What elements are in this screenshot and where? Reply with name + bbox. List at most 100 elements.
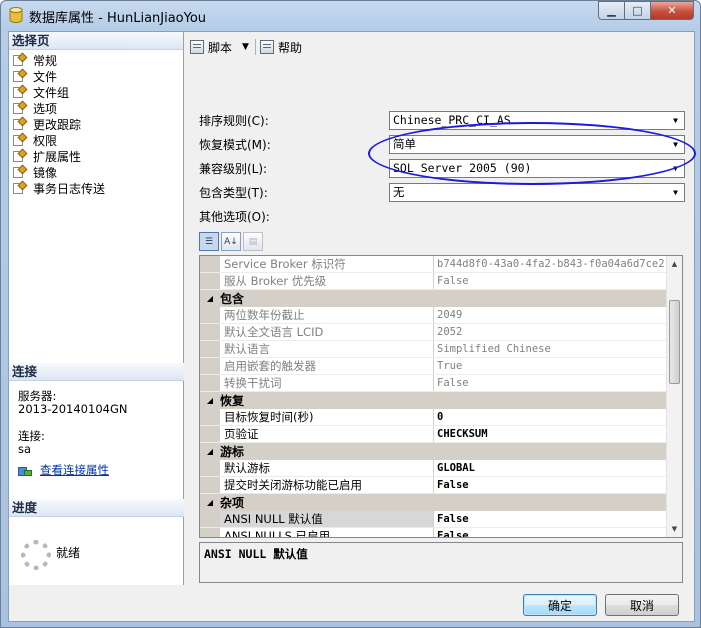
close-button[interactable]: ✕	[650, 1, 694, 20]
collapse-icon[interactable]: ◢	[200, 294, 220, 303]
page-item[interactable]: 文件	[13, 68, 183, 84]
property-value[interactable]: GLOBAL	[434, 460, 667, 476]
property-category[interactable]: ◢ 包含	[200, 290, 667, 307]
cancel-button[interactable]: 取消	[605, 594, 679, 616]
help-label: 帮助	[277, 40, 302, 55]
property-row[interactable]: 目标恢复时间(秒) 0	[200, 409, 667, 426]
row-gutter	[200, 341, 220, 357]
page-item-label: 选项	[33, 101, 58, 116]
database-properties-window: 数据库属性 - HunLianJiaoYou ▁ □ ✕ 选择页 常规 文件 文件组…	[0, 0, 701, 628]
scroll-down-icon[interactable]: ▼	[667, 521, 682, 537]
collation-select[interactable]: Chinese_PRC_CI_AS ▼	[389, 111, 685, 130]
property-row[interactable]: ANSI NULL 默认值 False	[200, 511, 667, 528]
minimize-button[interactable]: ▁	[598, 1, 624, 20]
script-dropdown-icon[interactable]: ▼	[242, 42, 249, 52]
ok-button[interactable]: 确定	[523, 594, 597, 616]
recovery-row: 恢复模式(M):	[199, 135, 271, 153]
property-row[interactable]: 默认全文语言 LCID 2052	[200, 324, 667, 341]
left-pane: 选择页 常规 文件 文件组 选项 更改跟踪 权限 扩展属性 镜像 事务日志传送 连接 服务器: …	[9, 32, 184, 585]
page-item[interactable]: 镜像	[13, 164, 183, 180]
row-gutter	[200, 477, 220, 493]
chevron-down-icon: ▼	[673, 116, 678, 125]
property-value[interactable]: 0	[434, 409, 667, 425]
help-icon	[259, 40, 274, 54]
page-item[interactable]: 扩展属性	[13, 148, 183, 164]
collapse-icon[interactable]: ◢	[200, 498, 220, 507]
property-row[interactable]: ANSI NULLS 已启用 False	[200, 528, 667, 537]
row-gutter	[200, 528, 220, 537]
property-value[interactable]: 2052	[434, 324, 667, 340]
property-value[interactable]: False	[434, 528, 667, 537]
property-value[interactable]: False	[434, 375, 667, 391]
page-item[interactable]: 文件组	[13, 84, 183, 100]
property-row[interactable]: 页验证 CHECKSUM	[200, 426, 667, 443]
property-category[interactable]: ◢ 恢复	[200, 392, 667, 409]
compatibility-level-select[interactable]: SQL Server 2005 (90) ▼	[389, 159, 685, 178]
category-label: 包含	[220, 292, 245, 306]
row-gutter	[200, 256, 220, 272]
property-row[interactable]: Service Broker 标识符 b744d8f0-43a0-4fa2-b84…	[200, 256, 667, 273]
property-row[interactable]: 默认语言 Simplified Chinese	[200, 341, 667, 358]
collapse-icon[interactable]: ◢	[200, 396, 220, 405]
property-value[interactable]: True	[434, 358, 667, 374]
select-page-heading: 选择页	[9, 32, 183, 50]
connection-properties-icon	[18, 465, 34, 477]
row-gutter	[200, 511, 220, 527]
scroll-up-icon[interactable]: ▲	[667, 256, 682, 272]
page-item-label: 文件组	[33, 85, 70, 100]
property-category[interactable]: ◢ 杂项	[200, 494, 667, 511]
alphabetical-sort-button[interactable]: A↓	[221, 232, 241, 251]
categorized-view-button[interactable]: ☰	[199, 232, 219, 251]
containment-type-select[interactable]: 无 ▼	[389, 183, 685, 202]
help-button[interactable]: 帮助	[259, 39, 302, 56]
property-description: ANSI NULL 默认值	[199, 542, 683, 583]
property-name: Service Broker 标识符	[220, 256, 434, 272]
property-value[interactable]: False	[434, 273, 667, 289]
property-pages-button[interactable]: ▤	[243, 232, 263, 251]
page-wrench-icon	[13, 116, 28, 130]
property-grid[interactable]: Service Broker 标识符 b744d8f0-43a0-4fa2-b84…	[199, 255, 683, 538]
compat-row: 兼容级别(L):	[199, 159, 267, 177]
property-value[interactable]: CHECKSUM	[434, 426, 667, 442]
chevron-down-icon: ▼	[673, 164, 678, 173]
connection-section: 连接 服务器: 2013-20140104GN 连接: sa 查看连接属性	[9, 363, 184, 477]
compat-value: SQL Server 2005 (90)	[393, 161, 532, 175]
page-item-label: 常规	[33, 53, 58, 68]
page-item[interactable]: 更改跟踪	[13, 116, 183, 132]
property-value[interactable]: False	[434, 477, 667, 493]
collation-row: 排序规则(C):	[199, 111, 269, 129]
property-name: ANSI NULL 默认值	[220, 511, 434, 527]
property-pages-icon: ▤	[248, 236, 258, 247]
property-name: 默认语言	[220, 341, 434, 357]
close-icon: ✕	[667, 4, 677, 17]
property-name: 目标恢复时间(秒)	[220, 409, 434, 425]
page-item[interactable]: 权限	[13, 132, 183, 148]
maximize-button[interactable]: □	[624, 1, 650, 20]
page-item[interactable]: 事务日志传送	[13, 180, 183, 196]
page-wrench-icon	[13, 68, 28, 82]
property-row[interactable]: 提交时关闭游标功能已启用 False	[200, 477, 667, 494]
property-row[interactable]: 启用嵌套的触发器 True	[200, 358, 667, 375]
recovery-model-select[interactable]: 简单 ▼	[389, 135, 685, 154]
page-wrench-icon	[13, 148, 28, 162]
property-value[interactable]: 2049	[434, 307, 667, 323]
page-item[interactable]: 常规	[13, 52, 183, 68]
property-row[interactable]: 两位数年份截止 2049	[200, 307, 667, 324]
view-connection-properties-link[interactable]: 查看连接属性	[18, 464, 184, 477]
property-value[interactable]: b744d8f0-43a0-4fa2-b843-f0a04a6d7ce2	[434, 256, 667, 272]
scroll-thumb[interactable]	[669, 300, 680, 384]
property-value[interactable]: Simplified Chinese	[434, 341, 667, 357]
row-gutter	[200, 375, 220, 391]
progress-status: 就绪	[56, 546, 81, 560]
page-item[interactable]: 选项	[13, 100, 183, 116]
script-button[interactable]: 脚本	[190, 39, 232, 56]
minimize-icon: ▁	[607, 4, 616, 17]
property-category[interactable]: ◢ 游标	[200, 443, 667, 460]
property-row[interactable]: 服从 Broker 优先级 False	[200, 273, 667, 290]
property-row[interactable]: 转换干扰词 False	[200, 375, 667, 392]
property-grid-scrollbar[interactable]: ▲ ▼	[666, 256, 682, 537]
property-row[interactable]: 默认游标 GLOBAL	[200, 460, 667, 477]
collapse-icon[interactable]: ◢	[200, 447, 220, 456]
property-value[interactable]: False	[434, 511, 667, 527]
title-bar[interactable]: 数据库属性 - HunLianJiaoYou ▁ □ ✕	[1, 1, 700, 29]
